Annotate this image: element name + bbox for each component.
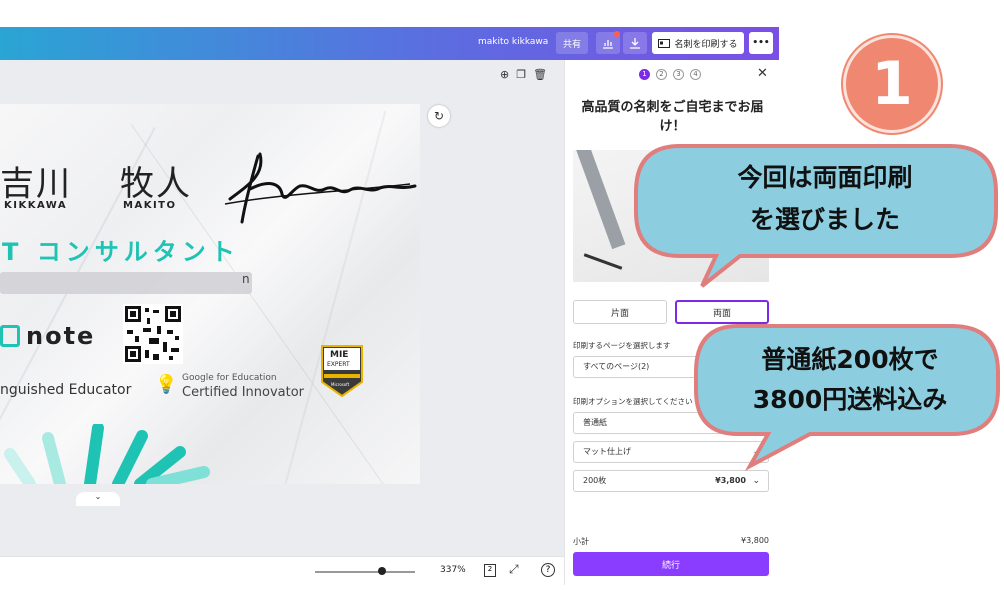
zoom-slider[interactable] xyxy=(315,571,415,573)
step-2: 2 xyxy=(656,69,667,80)
finish-select-value: マット仕上げ xyxy=(583,447,631,456)
business-card-design[interactable]: 吉川 牧人 KIKKAWA MAKITO T コンサルタント n note ng… xyxy=(0,104,420,484)
bubble2-line2: 3800円送料込み xyxy=(752,385,948,414)
print-business-card-button[interactable]: 名刺を印刷する xyxy=(652,32,744,54)
mie-line3: Microsoft xyxy=(331,382,350,387)
panel-title: 高品質の名刺をご自宅までお届け！ xyxy=(581,100,764,134)
gfe-line2: Certified Innovator xyxy=(182,385,305,400)
educator-text: nguished Educator xyxy=(0,382,132,398)
canvas-area: ⊕ ❐ 🗑 吉川 牧人 KIKKAWA MAKITO T コンサルタント n n… xyxy=(0,60,564,585)
blurred-contact xyxy=(0,272,252,294)
editor-topbar: makito kikkawa 共有 名刺を印刷する ••• xyxy=(0,27,779,60)
note-icon xyxy=(0,325,20,347)
page-count-icon[interactable]: 2 xyxy=(484,564,496,577)
chevron-down-icon: ⌄ xyxy=(752,476,760,486)
refresh-icon[interactable]: ↻ xyxy=(428,105,450,127)
more-options-button[interactable]: ••• xyxy=(749,32,773,54)
lightbulb-icon: 💡 xyxy=(155,374,178,395)
family-name-en: KIKKAWA xyxy=(4,200,68,211)
pages-select-value: すべてのページ(2) xyxy=(583,362,650,371)
share-button[interactable]: 共有 xyxy=(556,32,588,54)
duplicate-icon[interactable]: ❐ xyxy=(516,68,526,81)
bubble1-line2: を選びました xyxy=(749,205,900,234)
step-4: 4 xyxy=(690,69,701,80)
trash-icon[interactable]: 🗑 xyxy=(533,68,547,81)
bubble2-line1: 普通紙200枚で xyxy=(761,345,939,374)
contact-suffix: n xyxy=(242,272,250,286)
add-page-icon[interactable]: ⊕ xyxy=(500,68,509,81)
step-1: 1 xyxy=(639,69,650,80)
download-icon[interactable] xyxy=(623,32,647,54)
canvas-toolbar: ⊕ ❐ 🗑 xyxy=(500,68,547,81)
single-side-option[interactable]: 片面 xyxy=(573,300,667,324)
note-logo: note xyxy=(0,322,95,350)
mie-line1: MIE xyxy=(330,350,349,360)
help-icon[interactable]: ? xyxy=(541,563,555,577)
notification-dot xyxy=(614,31,620,37)
gfe-line1: Google for Education xyxy=(182,373,277,383)
quantity-select[interactable]: 200枚 ¥3,800 ⌄ xyxy=(573,470,769,492)
mie-line2: EXPERT xyxy=(327,361,350,368)
family-name-ja: 吉川 xyxy=(0,164,72,204)
user-name: makito kikkawa xyxy=(478,37,549,47)
quantity-price: ¥3,800 xyxy=(715,476,746,485)
job-title: T コンサルタント xyxy=(2,238,240,266)
quantity-select-value: 200枚 xyxy=(583,476,607,485)
print-options-label: 印刷オプションを選択してください xyxy=(573,397,693,406)
step-3: 3 xyxy=(673,69,684,80)
qr-code xyxy=(123,304,183,364)
zoom-bar: 337% 2 ⤢ ? xyxy=(0,556,564,585)
decorative-fan-graphic xyxy=(4,424,210,484)
select-pages-label: 印刷するページを選択します xyxy=(573,341,671,350)
collapse-tab[interactable]: ⌄ xyxy=(76,492,120,506)
step-number-badge: 1 xyxy=(843,35,941,133)
given-name-en: MAKITO xyxy=(123,200,177,211)
close-icon[interactable]: ✕ xyxy=(757,66,768,81)
subtotal-label: 小計 xyxy=(573,537,589,546)
zoom-percent[interactable]: 337% xyxy=(440,565,466,575)
step-indicator: 1 2 3 4 xyxy=(639,69,701,80)
paper-select-value: 普通紙 xyxy=(583,418,607,427)
given-name-ja: 牧人 xyxy=(120,164,192,204)
bubble1-line1: 今回は両面印刷 xyxy=(737,163,913,192)
zoom-slider-knob[interactable] xyxy=(378,567,386,575)
signature-image xyxy=(224,152,417,224)
continue-button[interactable]: 続行 xyxy=(573,552,769,576)
fullscreen-icon[interactable]: ⤢ xyxy=(509,562,519,577)
subtotal-value: ¥3,800 xyxy=(741,536,769,545)
card-icon xyxy=(658,38,671,48)
print-button-label: 名刺を印刷する xyxy=(674,39,738,50)
note-text: note xyxy=(26,322,96,350)
